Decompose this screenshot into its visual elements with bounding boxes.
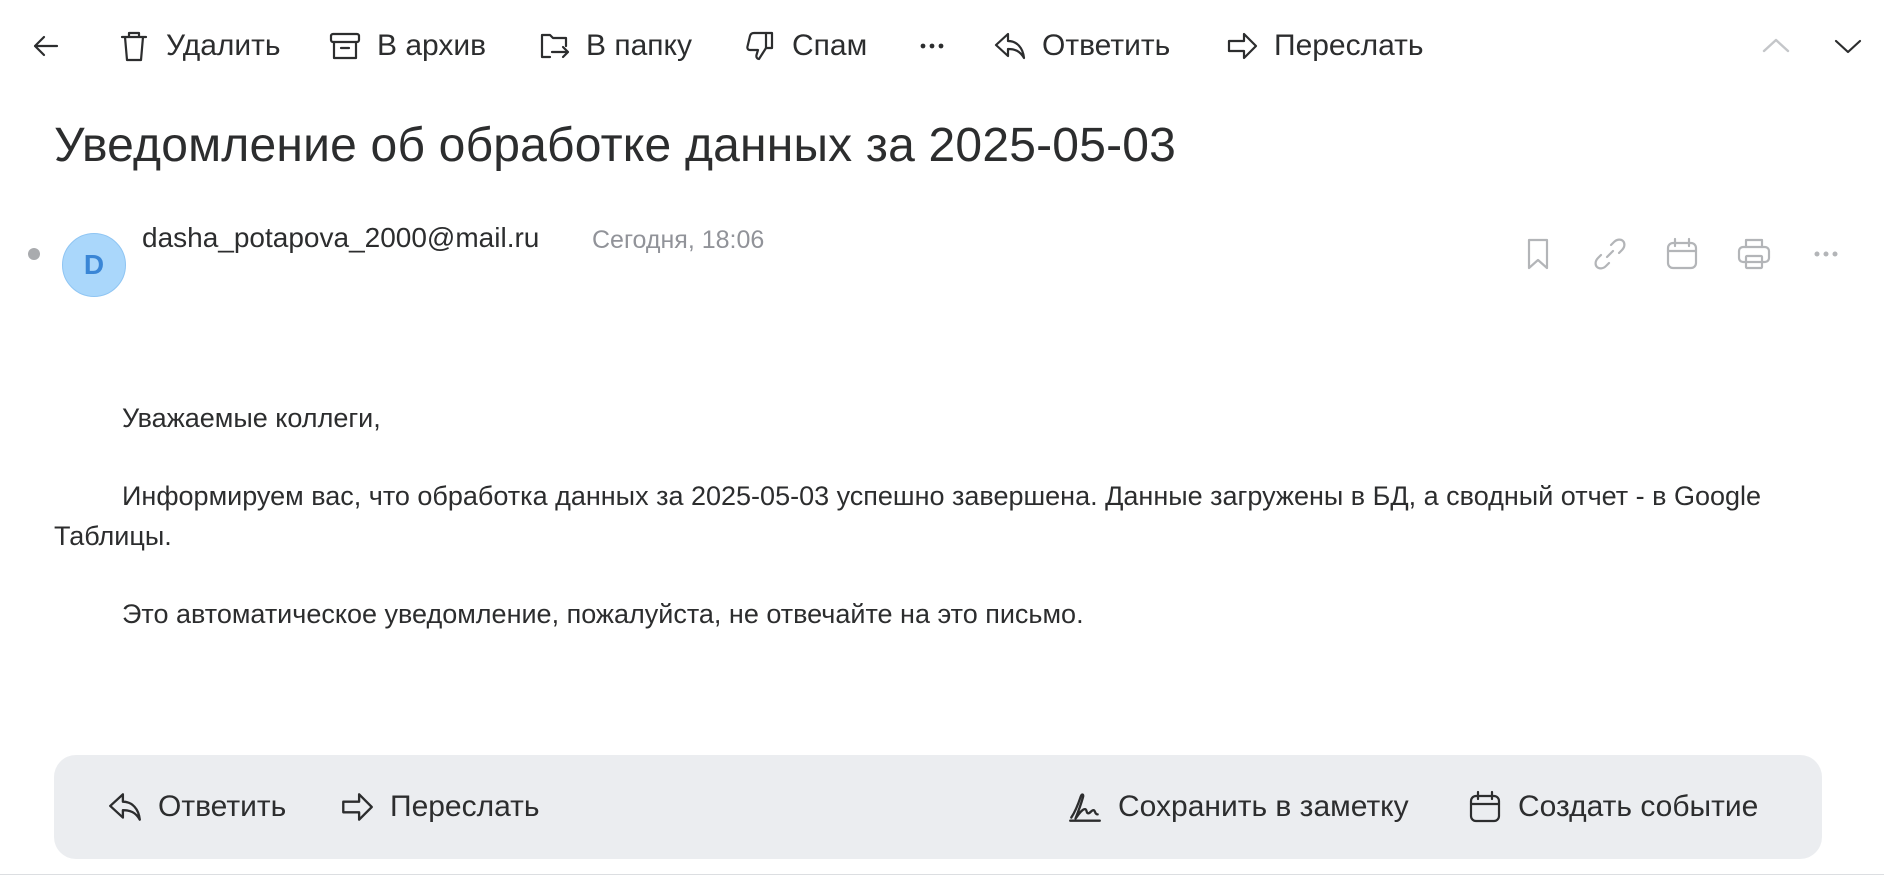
- body-paragraph-greeting: Уважаемые коллеги,: [122, 403, 381, 433]
- quick-forward-label: Переслать: [390, 790, 540, 823]
- copy-link-button[interactable]: [1590, 234, 1630, 274]
- archive-icon: [329, 32, 361, 60]
- bookmark-icon: [1527, 238, 1549, 270]
- forward-icon: [342, 793, 373, 821]
- reply-button[interactable]: Ответить: [992, 24, 1170, 68]
- bottom-divider: [0, 874, 1884, 875]
- next-message-button[interactable]: [1830, 24, 1866, 68]
- save-to-note-label: Сохранить в заметку: [1118, 790, 1409, 823]
- read-status-dot[interactable]: [28, 248, 40, 260]
- quick-reply-button[interactable]: Ответить: [106, 785, 286, 829]
- create-event-label: Создать событие: [1518, 790, 1759, 823]
- forward-icon: [1227, 32, 1258, 60]
- toolbar: Удалить В архив В папку Спам Ответить Пе…: [0, 0, 1884, 92]
- message-subject: Уведомление об обработке данных за 2025-…: [54, 119, 1177, 172]
- spam-label: Спам: [792, 29, 868, 62]
- link-icon: [1594, 238, 1626, 270]
- archive-label: В архив: [377, 29, 487, 62]
- add-to-calendar-button[interactable]: [1662, 234, 1702, 274]
- thumbs-down-icon: [746, 31, 774, 61]
- quick-forward-button[interactable]: Переслать: [338, 785, 540, 829]
- message-more-button[interactable]: [1806, 234, 1846, 274]
- message-date: Сегодня, 18:06: [592, 226, 765, 254]
- chevron-down-icon: [1834, 39, 1862, 54]
- back-arrow-icon: [33, 35, 59, 57]
- body-paragraph-notice: Это автоматическое уведомление, пожалуйс…: [122, 599, 1084, 629]
- spam-button[interactable]: Спам: [742, 24, 867, 68]
- move-to-folder-label: В папку: [586, 29, 692, 62]
- printer-icon: [1737, 238, 1771, 270]
- quick-reply-label: Ответить: [158, 790, 287, 823]
- delete-button[interactable]: Удалить: [116, 24, 281, 68]
- print-button[interactable]: [1734, 234, 1774, 274]
- more-button[interactable]: [914, 24, 950, 68]
- bookmark-button[interactable]: [1518, 234, 1558, 274]
- calendar-icon: [1666, 237, 1698, 270]
- signature-icon: [1069, 793, 1101, 822]
- reply-icon: [994, 32, 1026, 60]
- quick-actions-bar: Ответить Переслать Сохранить в заметку С…: [54, 755, 1822, 859]
- forward-label: Переслать: [1274, 29, 1424, 62]
- archive-button[interactable]: В архив: [327, 24, 486, 68]
- sender-email[interactable]: dasha_potapova_2000@mail.ru: [142, 222, 539, 254]
- trash-icon: [120, 31, 148, 62]
- more-horizontal-icon: [1814, 251, 1838, 257]
- folder-move-icon: [540, 33, 570, 59]
- chevron-up-icon: [1762, 38, 1790, 53]
- avatar[interactable]: D: [62, 233, 126, 297]
- back-button[interactable]: [28, 24, 64, 68]
- save-to-note-button[interactable]: Сохранить в заметку: [1066, 785, 1409, 829]
- delete-label: Удалить: [166, 29, 281, 62]
- reply-icon: [109, 793, 141, 821]
- reply-label: Ответить: [1042, 29, 1171, 62]
- more-horizontal-icon: [920, 43, 944, 49]
- previous-message-button[interactable]: [1758, 24, 1794, 68]
- calendar-icon: [1469, 790, 1501, 823]
- forward-button[interactable]: Переслать: [1224, 24, 1424, 68]
- message-body: Уважаемые коллеги, Информируем вас, что …: [54, 398, 1834, 672]
- move-to-folder-button[interactable]: В папку: [536, 24, 692, 68]
- create-event-button[interactable]: Создать событие: [1466, 785, 1758, 829]
- body-paragraph-main: Информируем вас, что обработка данных за…: [54, 481, 1762, 551]
